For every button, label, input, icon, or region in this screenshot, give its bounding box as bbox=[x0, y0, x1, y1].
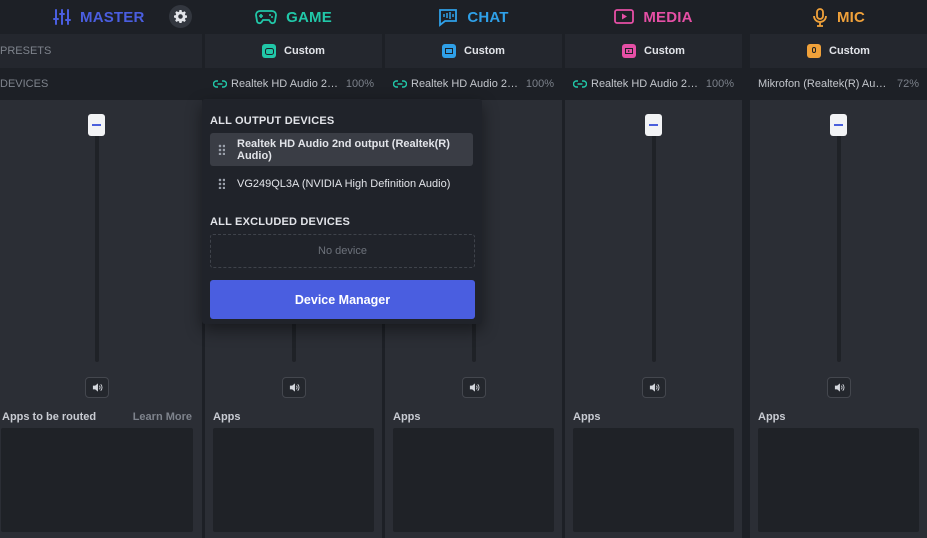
chat-device-volume: 100% bbox=[525, 78, 554, 90]
master-volume-track[interactable] bbox=[95, 126, 99, 362]
chat-mute-button[interactable] bbox=[462, 377, 486, 398]
game-apps-box bbox=[213, 428, 374, 532]
master-devices-row: DEVICES bbox=[0, 68, 202, 100]
chat-apps-label: Apps bbox=[393, 411, 421, 423]
speaker-icon bbox=[469, 383, 479, 392]
play-screen-icon bbox=[614, 9, 635, 24]
presets-label: PRESETS bbox=[0, 45, 52, 57]
mic-column: MIC Custom Mikrofon (Realtek(R) Audi... … bbox=[750, 0, 927, 538]
game-device-selector[interactable]: Realtek HD Audio 2n... 100% bbox=[205, 68, 382, 100]
media-preset-icon bbox=[622, 44, 637, 58]
mic-volume-track[interactable] bbox=[837, 126, 841, 362]
master-column: MASTER PRESETS DEVICES Apps to be routed… bbox=[0, 0, 202, 538]
drag-handle-icon[interactable] bbox=[218, 178, 225, 189]
chat-preset-label: Custom bbox=[464, 45, 505, 57]
learn-more-link[interactable]: Learn More bbox=[133, 411, 192, 423]
speaker-icon bbox=[834, 383, 844, 392]
excluded-devices-dropzone[interactable]: No device bbox=[210, 234, 475, 268]
game-preset-icon bbox=[262, 44, 277, 58]
game-device-name: Realtek HD Audio 2n... bbox=[231, 78, 340, 90]
master-mute-button[interactable] bbox=[85, 377, 109, 398]
mic-apps-box bbox=[758, 428, 919, 532]
chat-preset-selector[interactable]: Custom bbox=[385, 34, 562, 68]
no-device-label: No device bbox=[318, 245, 367, 257]
media-device-volume: 100% bbox=[705, 78, 734, 90]
media-device-selector[interactable]: Realtek HD Audio 2n... 100% bbox=[565, 68, 742, 100]
mic-title: MIC bbox=[836, 8, 866, 26]
media-column: MEDIA Custom Realtek HD Audio 2n... 100%… bbox=[565, 0, 742, 538]
mic-device-selector[interactable]: Mikrofon (Realtek(R) Audi... 72% bbox=[750, 68, 927, 100]
link-icon bbox=[213, 80, 227, 88]
media-apps-label: Apps bbox=[573, 411, 601, 423]
output-device-item[interactable]: Realtek HD Audio 2nd output (Realtek(R) … bbox=[210, 133, 473, 166]
chat-apps-box bbox=[393, 428, 554, 532]
settings-gear-button[interactable] bbox=[169, 5, 192, 28]
media-volume-knob[interactable] bbox=[645, 114, 662, 136]
output-device-dropdown: ALL OUTPUT DEVICES Realtek HD Audio 2nd … bbox=[202, 99, 482, 324]
gear-icon bbox=[174, 10, 187, 23]
media-volume-track[interactable] bbox=[652, 126, 656, 362]
sliders-icon bbox=[53, 9, 71, 25]
speaker-icon bbox=[289, 383, 299, 392]
mic-mute-button[interactable] bbox=[827, 377, 851, 398]
chat-header: CHAT bbox=[385, 0, 562, 34]
chat-title: CHAT bbox=[467, 8, 509, 26]
apps-to-be-routed-label: Apps to be routed bbox=[2, 411, 97, 423]
mic-apps-label: Apps bbox=[758, 411, 786, 423]
game-apps-label: Apps bbox=[213, 411, 241, 423]
master-apps-box bbox=[1, 428, 193, 532]
media-mute-button[interactable] bbox=[642, 377, 666, 398]
microphone-icon bbox=[813, 7, 827, 27]
master-title: MASTER bbox=[80, 8, 145, 26]
chat-preset-icon bbox=[442, 44, 457, 58]
chat-device-selector[interactable]: Realtek HD Audio 2n... 100% bbox=[385, 68, 562, 100]
output-device-label: Realtek HD Audio 2nd output (Realtek(R) … bbox=[237, 137, 450, 162]
game-device-volume: 100% bbox=[345, 78, 374, 90]
mic-preset-icon bbox=[807, 44, 822, 58]
gamepad-icon bbox=[255, 10, 277, 25]
game-header: GAME bbox=[205, 0, 382, 34]
chat-device-name: Realtek HD Audio 2n... bbox=[411, 78, 520, 90]
speaker-icon bbox=[92, 383, 102, 392]
link-icon bbox=[573, 80, 587, 88]
device-manager-label: Device Manager bbox=[294, 292, 391, 307]
media-preset-label: Custom bbox=[644, 45, 685, 57]
mic-preset-selector[interactable]: Custom bbox=[750, 34, 927, 68]
mic-volume-knob[interactable] bbox=[830, 114, 847, 136]
output-device-item[interactable]: VG249QL3A (NVIDIA High Definition Audio) bbox=[210, 167, 473, 200]
devices-label: DEVICES bbox=[0, 78, 49, 90]
excluded-devices-header: ALL EXCLUDED DEVICES bbox=[210, 216, 351, 228]
mic-preset-label: Custom bbox=[829, 45, 870, 57]
device-manager-button[interactable]: Device Manager bbox=[210, 280, 475, 319]
media-apps-box bbox=[573, 428, 734, 532]
game-title: GAME bbox=[286, 8, 332, 26]
mic-device-name: Mikrofon (Realtek(R) Audi... bbox=[758, 78, 891, 90]
media-title: MEDIA bbox=[643, 8, 693, 26]
speaker-icon bbox=[649, 383, 659, 392]
media-device-name: Realtek HD Audio 2n... bbox=[591, 78, 700, 90]
media-header: MEDIA bbox=[565, 0, 742, 34]
mic-device-volume: 72% bbox=[896, 78, 919, 90]
drag-handle-icon[interactable] bbox=[218, 144, 225, 155]
chat-waveform-icon bbox=[439, 8, 458, 27]
master-volume-knob[interactable] bbox=[88, 114, 105, 136]
media-preset-selector[interactable]: Custom bbox=[565, 34, 742, 68]
mic-header: MIC bbox=[750, 0, 927, 34]
game-preset-selector[interactable]: Custom bbox=[205, 34, 382, 68]
game-mute-button[interactable] bbox=[282, 377, 306, 398]
output-device-label: VG249QL3A (NVIDIA High Definition Audio) bbox=[237, 177, 451, 190]
game-preset-label: Custom bbox=[284, 45, 325, 57]
master-presets-row: PRESETS bbox=[0, 34, 202, 68]
output-devices-header: ALL OUTPUT DEVICES bbox=[210, 115, 335, 127]
link-icon bbox=[393, 80, 407, 88]
